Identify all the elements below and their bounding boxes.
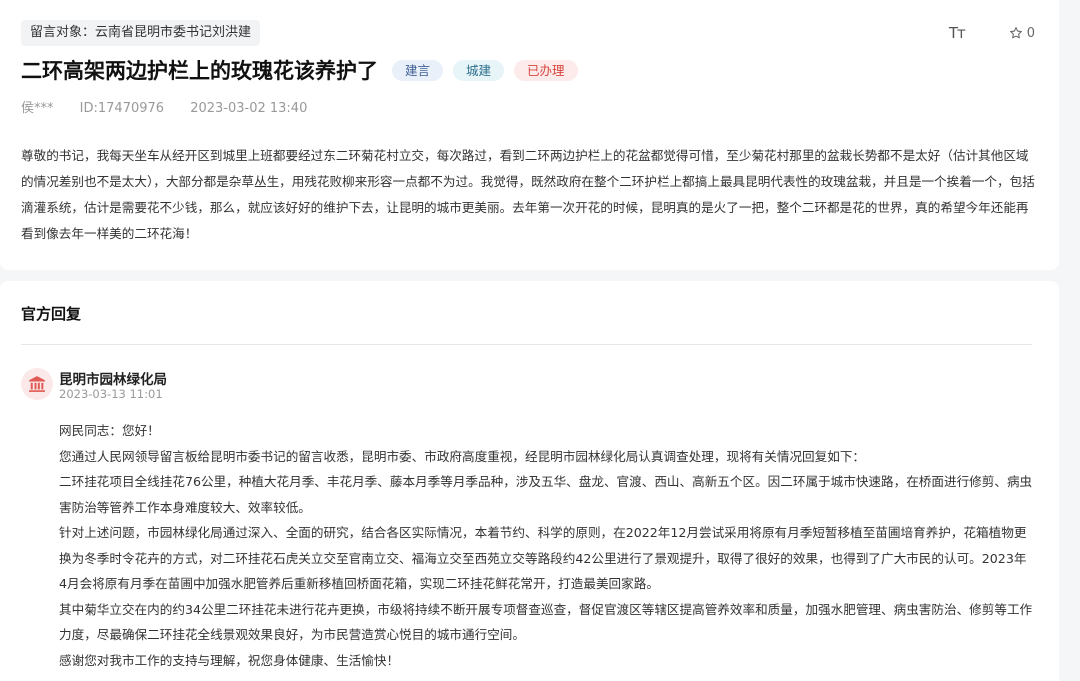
- org-name: 昆明市园林绿化局: [59, 372, 167, 388]
- tag-suggestion[interactable]: 建言: [392, 59, 444, 81]
- official-reply-card: 官方回复 昆明市园林绿化局 2023-03-13 11:01 网民同志：您好！ …: [0, 281, 1059, 681]
- message-tools: Tт 0: [949, 24, 1035, 42]
- reply-body: 网民同志：您好！ 您通过人民网领导留言板给昆明市委书记的留言收悉，昆明市委、市政…: [59, 418, 1034, 673]
- message-title: 二环高架两边护栏上的玫瑰花该养护了: [21, 59, 378, 83]
- reply-paragraph: 针对上述问题，市园林绿化局通过深入、全面的研究，结合各区实际情况，本着节约、科学…: [59, 525, 1027, 591]
- author-name: 侯***: [21, 101, 54, 116]
- post-time: 2023-03-02 13:40: [190, 101, 308, 116]
- message-target-chip[interactable]: 留言对象：云南省昆明市委书记刘洪建: [21, 20, 261, 46]
- title-row: 二环高架两边护栏上的玫瑰花该养护了 建言 城建 已办理: [21, 55, 578, 85]
- section-title: 官方回复: [21, 305, 82, 323]
- star-outline-icon: [1009, 27, 1022, 39]
- reply-paragraph: 您通过人民网领导留言板给昆明市委书记的留言收悉，昆明市委、市政府高度重视，经昆明…: [59, 448, 865, 464]
- message-card: 留言对象：云南省昆明市委书记刘洪建 Tт 0 二环高架两边护栏上的玫瑰花该养护了…: [0, 0, 1059, 270]
- tag-status-handled: 已办理: [514, 59, 578, 81]
- tag-urban-construction[interactable]: 城建: [453, 59, 505, 81]
- message-meta: 侯*** ID:17470976 2023-03-02 13:40: [21, 97, 329, 116]
- divider: [21, 344, 1032, 345]
- message-body: 尊敬的书记，我每天坐车从经开区到城里上班都要经过东二环菊花村立交，每次路过，看到…: [21, 148, 1035, 241]
- reply-paragraph: 其中菊华立交在内的约34公里二环挂花未进行花卉更换，市级将持续不断开展专项督查巡…: [59, 601, 1033, 643]
- favorite-count: 0: [1026, 25, 1035, 41]
- favorite-button[interactable]: 0: [1009, 26, 1035, 41]
- font-size-icon[interactable]: Tт: [949, 24, 966, 42]
- message-id: ID:17470976: [79, 101, 165, 116]
- org-avatar: [21, 368, 53, 400]
- reply-time: 2023-03-13 11:01: [59, 387, 163, 401]
- government-building-icon: [29, 376, 45, 392]
- reply-paragraph: 感谢您对我市工作的支持与理解，祝您身体健康、生活愉快！: [59, 652, 400, 668]
- reply-paragraph: 二环挂花项目全线挂花76公里，种植大花月季、丰花月季、藤本月季等月季品种，涉及五…: [59, 474, 1033, 515]
- reply-paragraph: 网民同志：您好！: [59, 423, 160, 438]
